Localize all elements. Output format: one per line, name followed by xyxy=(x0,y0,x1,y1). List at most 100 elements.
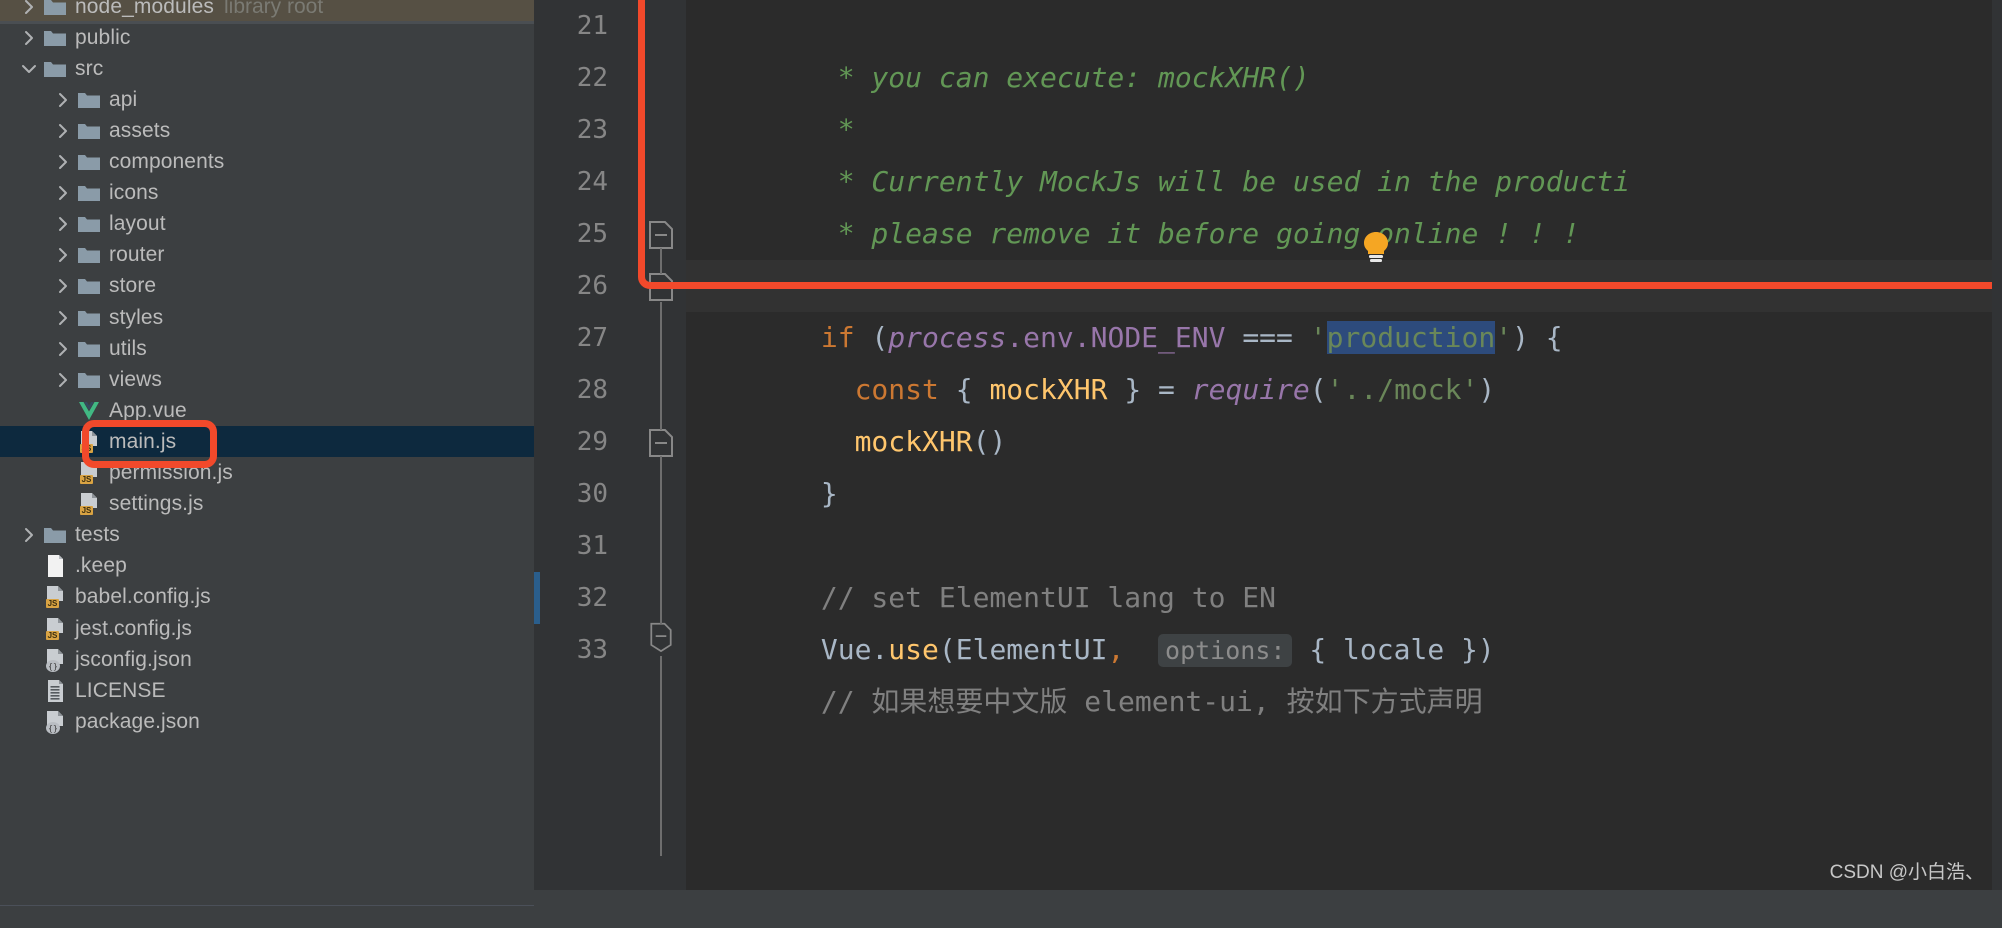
folder-icon xyxy=(76,180,102,206)
code-editor[interactable]: 21 22 23 24 25 26 27 28 29 30 31 32 33 *… xyxy=(534,0,2002,928)
chevron-right-icon[interactable] xyxy=(52,244,74,266)
editor-scroll-edge xyxy=(1992,0,2002,928)
tree-folder-item[interactable]: layout xyxy=(0,209,534,240)
chevron-down-icon[interactable] xyxy=(18,58,40,80)
tree-item-label: settings.js xyxy=(109,492,204,516)
chevron-right-icon[interactable] xyxy=(52,89,74,111)
line-number: 30 xyxy=(576,479,608,509)
chevron-right-icon[interactable] xyxy=(52,182,74,204)
code-line-32: Vue.use(ElementUI, options: { locale }) xyxy=(686,572,2002,667)
tree-item-suffix: library root xyxy=(223,0,324,18)
chevron-right-icon[interactable] xyxy=(52,120,74,142)
sidebar-bottom-strip xyxy=(0,905,534,928)
tree-folder-item[interactable]: store xyxy=(0,271,534,302)
tree-folder-item[interactable]: components xyxy=(0,147,534,178)
vue-file-icon xyxy=(76,398,102,424)
tree-item-label: layout xyxy=(109,212,166,236)
chevron-right-icon[interactable] xyxy=(52,338,74,360)
code-line-26: if (process.env.NODE_ENV === 'production… xyxy=(686,260,2002,354)
folder-icon xyxy=(76,211,102,237)
tree-item-label: node_modules xyxy=(75,0,214,18)
folder-icon xyxy=(76,149,102,175)
tree-folder-item[interactable]: node_modules library root xyxy=(0,0,534,23)
js-file-icon: JS xyxy=(76,491,102,517)
chevron-right-icon[interactable] xyxy=(52,151,74,173)
csdn-watermark: CSDN @小白浩、 xyxy=(1829,862,1984,883)
fold-strip[interactable] xyxy=(642,0,686,928)
code-line-31: // set ElementUI lang to EN xyxy=(686,520,2002,614)
tree-file-item[interactable]: LICENSE xyxy=(0,675,534,706)
chevron-right-icon[interactable] xyxy=(52,213,74,235)
tree-folder-item[interactable]: utils xyxy=(0,333,534,364)
fold-guide-line xyxy=(660,656,662,856)
fold-marker-icon[interactable] xyxy=(648,272,674,302)
tree-item-label: icons xyxy=(109,181,159,205)
tree-item-label: permission.js xyxy=(109,461,233,485)
fold-marker-icon[interactable] xyxy=(648,622,674,652)
svg-text:JS: JS xyxy=(48,631,58,640)
tree-folder-item[interactable]: src xyxy=(0,53,534,84)
tree-folder-item[interactable]: tests xyxy=(0,520,534,551)
folder-icon xyxy=(76,336,102,362)
tree-file-item[interactable]: {} jsconfig.json xyxy=(0,644,534,675)
tree-folder-item[interactable]: public xyxy=(0,22,534,53)
fold-marker-icon[interactable] xyxy=(648,428,674,458)
tree-item-label: router xyxy=(109,243,165,267)
json-file-icon: {} xyxy=(42,647,68,673)
tree-item-label: public xyxy=(75,25,131,49)
tree-item-label: utils xyxy=(109,336,147,360)
line-number: 24 xyxy=(576,167,608,197)
fold-guide-line xyxy=(660,302,662,430)
tree-item-label: LICENSE xyxy=(75,678,166,702)
chevron-right-icon[interactable] xyxy=(52,369,74,391)
tree-folder-item[interactable]: router xyxy=(0,240,534,271)
svg-text:JS: JS xyxy=(82,444,92,453)
svg-text:{}: {} xyxy=(48,662,58,671)
tree-item-label: App.vue xyxy=(109,398,187,422)
tree-file-item[interactable]: JS permission.js xyxy=(0,458,534,489)
fold-marker-icon[interactable] xyxy=(648,220,674,250)
tree-item-label: babel.config.js xyxy=(75,585,211,609)
chevron-right-icon[interactable] xyxy=(52,275,74,297)
folder-icon xyxy=(76,87,102,113)
tree-item-label: src xyxy=(75,56,104,80)
tree-folder-item[interactable]: views xyxy=(0,364,534,395)
code-text-area[interactable]: * you can execute: mockXHR() * * Current… xyxy=(638,0,2002,928)
tree-file-item[interactable]: {} package.json xyxy=(0,706,534,737)
tree-file-item[interactable]: JS babel.config.js xyxy=(0,582,534,613)
text-file-icon xyxy=(42,678,68,704)
tree-folder-item[interactable]: api xyxy=(0,84,534,115)
blank-file-icon xyxy=(42,553,68,579)
tree-folder-item[interactable]: assets xyxy=(0,115,534,146)
tree-file-item[interactable]: JS main.js xyxy=(0,426,534,458)
intention-bulb-icon[interactable] xyxy=(1359,228,1393,264)
folder-icon xyxy=(76,273,102,299)
code-line-22: * xyxy=(686,52,2002,146)
tree-folder-item[interactable]: icons xyxy=(0,178,534,209)
tree-item-label: views xyxy=(109,367,163,391)
line-number: 27 xyxy=(576,323,608,353)
line-number: 31 xyxy=(576,531,608,561)
editor-gutter[interactable]: 21 22 23 24 25 26 27 28 29 30 31 32 33 xyxy=(534,0,686,928)
chevron-right-icon[interactable] xyxy=(18,524,40,546)
tree-file-item[interactable]: JS settings.js xyxy=(0,489,534,520)
tree-file-item[interactable]: App.vue xyxy=(0,395,534,426)
js-file-icon: JS xyxy=(76,460,102,486)
tree-file-item[interactable]: .keep xyxy=(0,551,534,582)
chevron-right-icon[interactable] xyxy=(18,27,40,49)
project-tree-panel[interactable]: node_modules library root public src api asse… xyxy=(0,0,534,928)
folder-icon xyxy=(42,0,68,20)
folder-icon xyxy=(76,305,102,331)
tree-item-label: jsconfig.json xyxy=(75,647,192,671)
line-number: 26 xyxy=(576,271,608,301)
folder-icon xyxy=(42,25,68,51)
tree-item-label: .keep xyxy=(75,554,127,578)
chevron-right-icon[interactable] xyxy=(52,307,74,329)
chevron-right-icon[interactable] xyxy=(18,0,40,18)
tree-file-item[interactable]: JS jest.config.js xyxy=(0,613,534,644)
svg-text:JS: JS xyxy=(82,506,92,515)
tree-folder-item[interactable]: styles xyxy=(0,302,534,333)
line-number: 29 xyxy=(576,427,608,457)
js-file-icon: JS xyxy=(76,429,102,455)
fold-guide-line xyxy=(660,248,662,274)
